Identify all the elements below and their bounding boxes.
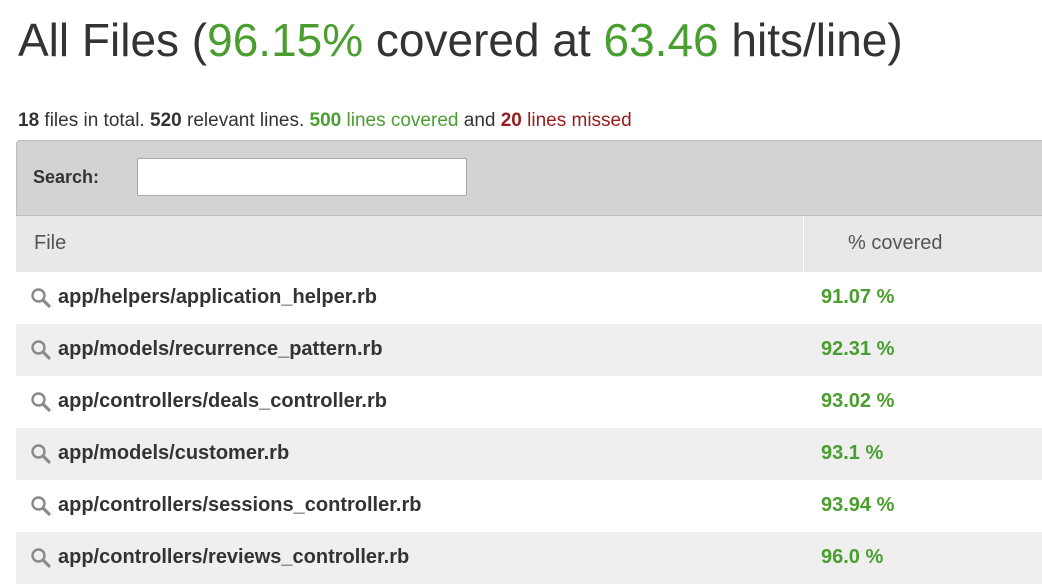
files-count: 18: [18, 110, 40, 131]
search-input[interactable]: [137, 158, 467, 196]
coverage-summary: 18 files in total. 520 relevant lines. 5…: [18, 108, 632, 134]
table-row: app/controllers/sessions_controller.rb 9…: [16, 480, 1042, 532]
file-name-link[interactable]: app/models/customer.rb: [58, 442, 289, 465]
magnifier-icon[interactable]: [30, 391, 52, 413]
column-divider: [803, 216, 804, 272]
magnifier-icon[interactable]: [30, 547, 52, 569]
table-row: app/models/customer.rb 93.1 %: [16, 428, 1042, 480]
table-body: app/helpers/application_helper.rb 91.07 …: [16, 272, 1042, 584]
missed-lines-count: 20: [500, 110, 522, 131]
title-prefix: All Files (: [18, 14, 208, 66]
covered-lines-text: lines covered: [341, 110, 459, 131]
file-name-link[interactable]: app/controllers/deals_controller.rb: [58, 390, 387, 413]
covered-lines-count: 500: [309, 110, 342, 131]
column-header-file[interactable]: File: [34, 232, 66, 255]
percent-covered-value: 93.1 %: [821, 442, 884, 464]
percent-covered-value: 92.31 %: [821, 338, 895, 360]
relevant-lines-text: relevant lines.: [181, 110, 310, 131]
magnifier-icon[interactable]: [30, 287, 52, 309]
page-title: All Files (96.15% covered at 63.46 hits/…: [18, 10, 903, 70]
file-name-link[interactable]: app/models/recurrence_pattern.rb: [58, 338, 383, 361]
title-hits-per-line: 63.46: [603, 14, 719, 66]
search-label: Search:: [33, 167, 100, 187]
table-row: app/controllers/deals_controller.rb 93.0…: [16, 376, 1042, 428]
percent-covered-value: 93.94 %: [821, 494, 895, 516]
file-name-link[interactable]: app/helpers/application_helper.rb: [58, 286, 377, 309]
title-suffix: hits/line): [718, 14, 903, 66]
search-bar: Search:: [16, 140, 1042, 216]
coverage-report-page: All Files (96.15% covered at 63.46 hits/…: [0, 0, 1042, 588]
table-row: app/helpers/application_helper.rb 91.07 …: [16, 272, 1042, 324]
files-text: files in total.: [39, 110, 151, 131]
magnifier-icon[interactable]: [30, 339, 52, 361]
percent-covered-value: 93.02 %: [821, 390, 895, 412]
file-name-link[interactable]: app/controllers/sessions_controller.rb: [58, 494, 421, 517]
missed-lines-text: lines missed: [521, 110, 632, 131]
file-name-link[interactable]: app/controllers/reviews_controller.rb: [58, 546, 409, 569]
table-header-row: File % covered: [16, 216, 1042, 272]
relevant-lines-count: 520: [150, 110, 182, 131]
table-row: app/models/recurrence_pattern.rb 92.31 %: [16, 324, 1042, 376]
and-text: and: [458, 110, 501, 131]
title-middle: covered at: [363, 14, 604, 66]
percent-covered-value: 91.07 %: [821, 286, 895, 308]
column-header-percent-covered[interactable]: % covered: [848, 232, 943, 255]
percent-covered-value: 96.0 %: [821, 546, 884, 568]
magnifier-icon[interactable]: [30, 495, 52, 517]
file-list-table: Search: File % covered app/helpers/appli…: [16, 140, 1042, 588]
magnifier-icon[interactable]: [30, 443, 52, 465]
title-coverage-percent: 96.15%: [207, 14, 364, 66]
table-row: app/controllers/reviews_controller.rb 96…: [16, 532, 1042, 584]
